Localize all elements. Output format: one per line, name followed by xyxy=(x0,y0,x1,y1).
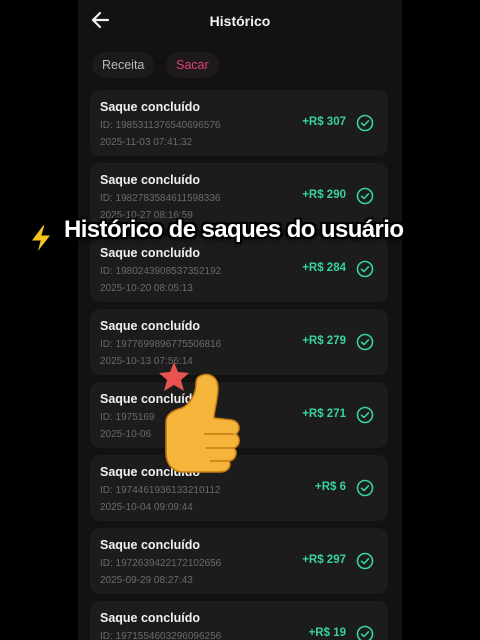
check-circle-icon xyxy=(356,114,374,132)
withdrawal-card[interactable]: Saque concluído ID: 1971554603296096256 … xyxy=(90,601,388,640)
lightning-bolt-icon xyxy=(30,224,53,254)
check-circle-icon xyxy=(356,625,374,640)
page-title: Histórico xyxy=(209,13,271,29)
withdrawal-status: Saque concluído xyxy=(100,173,201,187)
withdrawal-amount: +R$ 297 xyxy=(302,554,346,566)
top-bar: Histórico xyxy=(78,0,402,42)
withdrawal-id: ID: 1980243908537352192 xyxy=(100,266,222,277)
phone-screen: Histórico Receita Sacar Saque concluído … xyxy=(78,0,402,640)
withdrawal-amount: +R$ 19 xyxy=(308,627,346,639)
withdrawal-id: ID: 1977699896775506816 xyxy=(100,339,222,350)
withdrawal-amount: +R$ 284 xyxy=(302,262,346,274)
tab-receita[interactable]: Receita xyxy=(92,52,155,78)
withdrawal-amount: +R$ 279 xyxy=(302,335,346,347)
withdrawal-amount: +R$ 290 xyxy=(302,189,346,201)
tab-sacar[interactable]: Sacar xyxy=(166,52,219,78)
check-circle-icon xyxy=(356,552,374,570)
withdrawal-date: 2025-09-29 08:27:43 xyxy=(100,575,193,586)
withdrawal-status: Saque concluído xyxy=(100,100,201,114)
overlay-caption: Histórico de saques do usuário xyxy=(28,214,468,262)
withdrawal-id: ID: 1972639422172102656 xyxy=(100,558,222,569)
check-circle-icon xyxy=(356,187,374,205)
withdrawal-status: Saque concluído xyxy=(100,538,201,552)
withdrawal-id: ID: 1985311376540696576 xyxy=(100,120,221,131)
check-circle-icon xyxy=(356,479,374,497)
check-circle-icon xyxy=(356,333,374,351)
withdrawal-id: ID: 1974461936133210112 xyxy=(100,485,221,496)
withdrawal-amount: +R$ 271 xyxy=(302,408,346,420)
withdrawal-date: 2025-10-04 09:09:44 xyxy=(100,502,193,513)
withdrawal-status: Saque concluído xyxy=(100,319,201,333)
caption-text: Histórico de saques do usuário xyxy=(64,216,404,243)
thumbs-up-icon xyxy=(159,362,240,473)
withdrawal-amount: +R$ 6 xyxy=(314,481,346,493)
withdrawal-date: 2025-10-20 08:05:13 xyxy=(100,283,193,294)
check-circle-icon xyxy=(356,406,374,424)
withdrawal-card[interactable]: Saque concluído ID: 1985311376540696576 … xyxy=(90,90,388,156)
withdrawal-card[interactable]: Saque concluído ID: 1972639422172102656 … xyxy=(90,528,388,594)
withdrawal-id: ID: 1971554603296096256 xyxy=(100,631,222,640)
withdrawal-amount: +R$ 307 xyxy=(302,116,346,128)
withdrawal-date: 2025-11-03 07:41:32 xyxy=(100,137,193,148)
withdrawal-status: Saque concluído xyxy=(100,611,201,625)
check-circle-icon xyxy=(356,260,374,278)
withdrawal-id: ID: 1982783584611598336 xyxy=(100,193,221,204)
